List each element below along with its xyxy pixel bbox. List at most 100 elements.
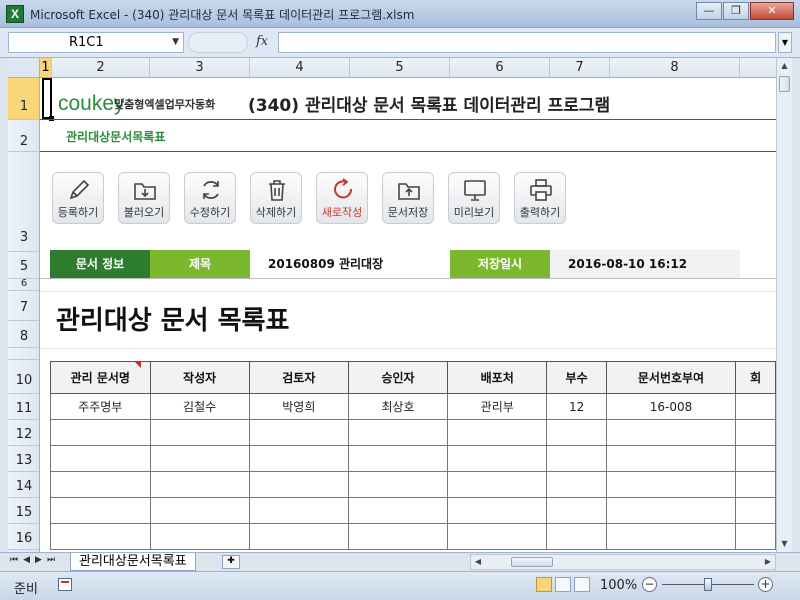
comment-indicator[interactable] — [134, 361, 141, 368]
table-cell[interactable] — [546, 471, 607, 498]
table-row[interactable] — [50, 497, 776, 524]
table-cell[interactable] — [347, 471, 449, 498]
horizontal-scroll-thumb[interactable] — [511, 557, 553, 567]
column-header[interactable]: 1 — [40, 58, 52, 77]
table-cell[interactable] — [248, 523, 349, 550]
row-header[interactable]: 6 — [8, 279, 39, 291]
row-header[interactable]: 10 — [8, 360, 39, 394]
table-row[interactable] — [50, 445, 776, 472]
print-button[interactable]: 출력하기 — [514, 172, 566, 224]
table-cell[interactable] — [248, 419, 349, 446]
table-cell[interactable] — [447, 445, 548, 472]
column-header-distribution[interactable]: 배포처 — [447, 361, 548, 394]
row-header[interactable]: 5 — [8, 252, 39, 279]
table-row[interactable] — [50, 523, 776, 550]
table-cell[interactable] — [735, 523, 776, 550]
column-header-copies[interactable]: 부수 — [546, 361, 607, 394]
table-cell[interactable] — [546, 497, 607, 524]
column-header-overflow[interactable]: 회 — [735, 361, 776, 394]
horizontal-scrollbar[interactable]: ◀ ▶ — [470, 554, 776, 570]
column-header[interactable]: 6 — [450, 58, 550, 77]
sheet-tab-active[interactable]: 관리대상문서목록표 — [70, 553, 196, 571]
table-cell[interactable] — [605, 497, 737, 524]
row-header[interactable]: 2 — [8, 120, 39, 152]
formula-input[interactable] — [278, 32, 776, 53]
insert-function-icon[interactable]: fx — [256, 34, 268, 49]
table-cell[interactable] — [735, 471, 776, 498]
table-cell[interactable]: 최상호 — [347, 393, 449, 420]
table-cell[interactable] — [149, 471, 250, 498]
table-cell[interactable] — [347, 523, 449, 550]
active-cell-selection[interactable] — [42, 78, 54, 121]
table-cell[interactable] — [347, 419, 449, 446]
saved-value[interactable]: 2016-08-10 16:12 — [550, 250, 740, 278]
vertical-scrollbar[interactable]: ▲ ▼ — [776, 58, 792, 552]
page-break-view-icon[interactable] — [574, 577, 590, 592]
column-header[interactable]: 7 — [550, 58, 610, 77]
restore-button[interactable]: ❐ — [723, 2, 749, 20]
table-cell[interactable] — [248, 497, 349, 524]
table-cell[interactable]: 김철수 — [149, 393, 250, 420]
scroll-up-icon[interactable]: ▲ — [777, 58, 792, 74]
table-cell[interactable] — [447, 497, 548, 524]
column-header[interactable]: 3 — [150, 58, 250, 77]
column-header[interactable]: 4 — [250, 58, 350, 77]
row-header[interactable]: 12 — [8, 420, 39, 446]
normal-view-icon[interactable] — [536, 577, 552, 592]
table-cell[interactable] — [605, 419, 737, 446]
table-cell[interactable] — [447, 523, 548, 550]
table-cell[interactable] — [546, 419, 607, 446]
column-header-author[interactable]: 작성자 — [149, 361, 250, 394]
close-button[interactable]: ✕ — [750, 2, 794, 20]
table-cell[interactable] — [735, 497, 776, 524]
scroll-down-icon[interactable]: ▼ — [777, 536, 792, 552]
table-cell[interactable] — [50, 471, 151, 498]
column-header[interactable]: 5 — [350, 58, 450, 77]
table-cell[interactable]: 주주명부 — [50, 393, 151, 420]
scroll-right-icon[interactable]: ▶ — [761, 555, 775, 569]
table-cell[interactable]: 12 — [546, 393, 607, 420]
zoom-out-icon[interactable]: − — [642, 577, 657, 592]
select-all-corner[interactable] — [8, 58, 40, 78]
column-header[interactable] — [740, 58, 776, 77]
table-cell[interactable] — [447, 419, 548, 446]
page-layout-view-icon[interactable] — [555, 577, 571, 592]
table-cell[interactable] — [546, 523, 607, 550]
table-cell[interactable] — [149, 523, 250, 550]
column-header[interactable]: 2 — [52, 58, 150, 77]
scroll-left-icon[interactable]: ◀ — [471, 555, 485, 569]
table-cell[interactable] — [546, 445, 607, 472]
insert-sheet-icon[interactable]: ✚ — [222, 555, 240, 569]
table-cell[interactable] — [50, 445, 151, 472]
table-cell[interactable] — [735, 419, 776, 446]
table-cell[interactable] — [149, 445, 250, 472]
row-header[interactable]: 14 — [8, 472, 39, 498]
sheet-nav-arrows-icon[interactable]: ⏮◀▶⏭ — [10, 555, 60, 565]
row-header[interactable]: 8 — [8, 321, 39, 348]
row-header[interactable]: 16 — [8, 524, 39, 550]
table-row[interactable] — [50, 471, 776, 498]
save-button[interactable]: 문서저장 — [382, 172, 434, 224]
table-cell[interactable] — [347, 497, 449, 524]
register-button[interactable]: 등록하기 — [52, 172, 104, 224]
preview-button[interactable]: 미리보기 — [448, 172, 500, 224]
load-button[interactable]: 불러오기 — [118, 172, 170, 224]
formula-bar-splitter[interactable] — [188, 32, 248, 53]
row-header[interactable] — [8, 348, 39, 360]
column-header[interactable]: 8 — [610, 58, 740, 77]
table-cell[interactable] — [605, 445, 737, 472]
column-header-approver[interactable]: 승인자 — [347, 361, 449, 394]
table-cell[interactable] — [347, 445, 449, 472]
delete-button[interactable]: 삭제하기 — [250, 172, 302, 224]
table-cell[interactable] — [735, 445, 776, 472]
table-cell[interactable] — [248, 471, 349, 498]
table-cell[interactable] — [50, 497, 151, 524]
row-header[interactable]: 7 — [8, 291, 39, 321]
table-cell[interactable] — [447, 471, 548, 498]
table-cell[interactable] — [149, 497, 250, 524]
name-box[interactable]: R1C1 ▼ — [8, 32, 184, 53]
minimize-button[interactable]: — — [696, 2, 722, 20]
table-cell[interactable]: 관리부 — [447, 393, 548, 420]
table-cell[interactable]: 박영희 — [248, 393, 349, 420]
table-cell[interactable] — [605, 523, 737, 550]
